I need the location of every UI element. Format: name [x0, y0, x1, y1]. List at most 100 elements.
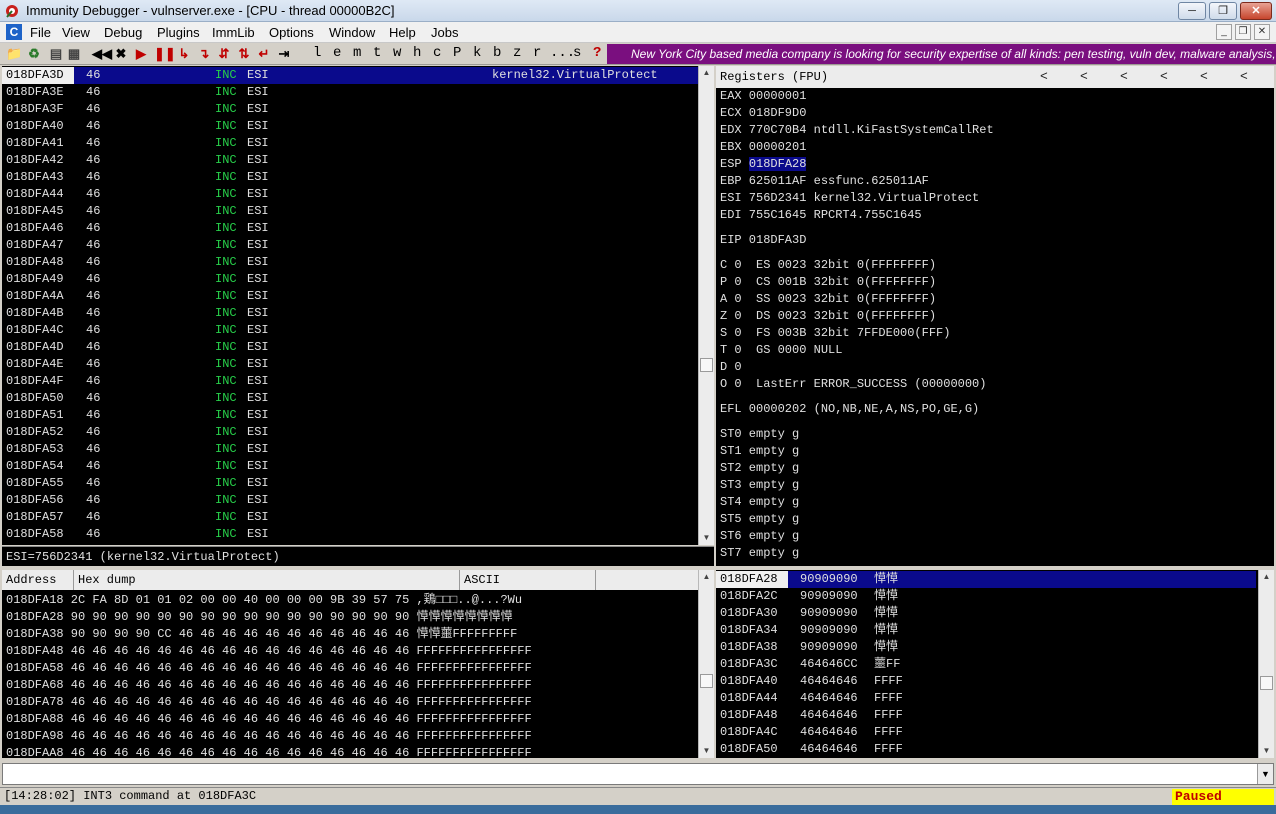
- register-line[interactable]: EDX 770C70B4 ntdll.KiFastSystemCallRet: [720, 122, 994, 139]
- chevron-down-icon[interactable]: ▼: [1257, 764, 1273, 784]
- disasm-row[interactable]: 018DFA53 46 INC ESI: [2, 441, 698, 458]
- scroll-thumb[interactable]: [700, 674, 713, 688]
- disasm-row[interactable]: 018DFA49 46 INC ESI: [2, 271, 698, 288]
- mdi-minimize-icon[interactable]: _: [1216, 24, 1232, 40]
- scroll-down-icon[interactable]: ▼: [699, 531, 714, 545]
- disasm-row[interactable]: 018DFA3D 46 INC ESI kernel32.VirtualProtect: [2, 67, 698, 84]
- pause-icon[interactable]: ❚❚: [154, 45, 176, 63]
- scroll-up-icon[interactable]: ▲: [699, 66, 714, 80]
- toolbar-log-button[interactable]: l: [313, 45, 321, 61]
- reg-prev-icon[interactable]: <: [1160, 66, 1168, 88]
- dump-row[interactable]: 018DFA38 90 90 90 90 CC 46 46 46 46 46 4…: [6, 626, 517, 643]
- dump-row[interactable]: 018DFAA8 46 46 46 46 46 46 46 46 46 46 4…: [6, 745, 532, 758]
- menu-help[interactable]: Help: [389, 25, 416, 40]
- register-line[interactable]: EBP 625011AF essfunc.625011AF: [720, 173, 929, 190]
- restart-icon[interactable]: ♻: [26, 45, 42, 63]
- stack-row[interactable]: 018DFA30 90909090 愺愺: [716, 605, 1256, 622]
- disassembly-pane[interactable]: 018DFA3D 46 INC ESI kernel32.VirtualProtect 0…: [2, 66, 698, 545]
- toolbar-windows-button[interactable]: w: [393, 45, 401, 61]
- stack-row[interactable]: 018DFA48 46464646 FFFF: [716, 707, 1256, 724]
- minimize-button[interactable]: ─: [1178, 2, 1206, 20]
- ad-banner[interactable]: New York City based media company is loo…: [607, 44, 1276, 64]
- cpu-window-icon[interactable]: C: [6, 24, 22, 40]
- dump-row[interactable]: 018DFA88 46 46 46 46 46 46 46 46 46 46 4…: [6, 711, 532, 728]
- toolbar-references-button[interactable]: r: [533, 45, 541, 61]
- toolbar-breakpoints-button[interactable]: b: [493, 45, 501, 61]
- register-line[interactable]: EAX 00000001: [720, 88, 806, 105]
- menu-window[interactable]: Window: [329, 25, 375, 40]
- run-icon[interactable]: ▶: [134, 45, 148, 63]
- close-process-icon[interactable]: ✖: [114, 45, 128, 63]
- mdi-restore-icon[interactable]: ❐: [1235, 24, 1251, 40]
- disasm-row[interactable]: 018DFA4C 46 INC ESI: [2, 322, 698, 339]
- reg-prev-icon[interactable]: <: [1040, 66, 1048, 88]
- execute-till-return-icon[interactable]: ↵: [256, 45, 272, 63]
- disasm-row[interactable]: 018DFA51 46 INC ESI: [2, 407, 698, 424]
- dump-col-ascii[interactable]: ASCII: [460, 570, 596, 590]
- register-line[interactable]: ST4 empty g: [720, 494, 799, 511]
- disasm-row[interactable]: 018DFA41 46 INC ESI: [2, 135, 698, 152]
- disasm-row[interactable]: 018DFA42 46 INC ESI: [2, 152, 698, 169]
- menu-view[interactable]: View: [62, 25, 90, 40]
- menu-immlib[interactable]: ImmLib: [212, 25, 255, 40]
- menu-options[interactable]: Options: [269, 25, 314, 40]
- stack-row[interactable]: 018DFA4C 46464646 FFFF: [716, 724, 1256, 741]
- toolbar-patches-button[interactable]: P: [453, 45, 461, 61]
- disasm-row[interactable]: 018DFA45 46 INC ESI: [2, 203, 698, 220]
- register-line[interactable]: EIP 018DFA3D: [720, 232, 806, 249]
- stack-row[interactable]: 018DFA34 90909090 愺愺: [716, 622, 1256, 639]
- rewind-icon[interactable]: ◀◀: [92, 45, 112, 63]
- register-line[interactable]: ECX 018DF9D0: [720, 105, 806, 122]
- disasm-row[interactable]: 018DFA50 46 INC ESI: [2, 390, 698, 407]
- menu-debug[interactable]: Debug: [104, 25, 142, 40]
- disasm-row[interactable]: 018DFA48 46 INC ESI: [2, 254, 698, 271]
- disasm-row[interactable]: 018DFA4E 46 INC ESI: [2, 356, 698, 373]
- disasm-row[interactable]: 018DFA54 46 INC ESI: [2, 458, 698, 475]
- disasm-row[interactable]: 018DFA57 46 INC ESI: [2, 509, 698, 526]
- disassembly-scrollbar[interactable]: ▲ ▼: [698, 66, 714, 545]
- menu-file[interactable]: File: [30, 25, 51, 40]
- toolbar-threads-button[interactable]: t: [373, 45, 381, 61]
- window-list-icon[interactable]: ▤: [48, 45, 64, 63]
- register-line[interactable]: C 0 ES 0023 32bit 0(FFFFFFFF): [720, 257, 936, 274]
- stack-pane[interactable]: 018DFA28 90909090 愺愺 018DFA2C 90909090 愺愺 018D…: [716, 570, 1258, 758]
- toolbar-source-button[interactable]: s: [573, 45, 581, 61]
- register-line[interactable]: EBX 00000201: [720, 139, 806, 156]
- trace-over-icon[interactable]: ⇅: [236, 45, 252, 63]
- scroll-up-icon[interactable]: ▲: [699, 570, 714, 584]
- register-line[interactable]: EFL 00000202 (NO,NB,NE,A,NS,PO,GE,G): [720, 401, 979, 418]
- register-line[interactable]: ST1 empty g: [720, 443, 799, 460]
- scroll-down-icon[interactable]: ▼: [699, 744, 714, 758]
- toolbar-callstack-button[interactable]: k: [473, 45, 481, 61]
- dump-row[interactable]: 018DFA28 90 90 90 90 90 90 90 90 90 90 9…: [6, 609, 512, 626]
- register-line[interactable]: ST3 empty g: [720, 477, 799, 494]
- dump-col-address[interactable]: Address: [2, 570, 74, 590]
- scroll-down-icon[interactable]: ▼: [1259, 744, 1274, 758]
- registers-header[interactable]: Registers (FPU) < < < < < <: [716, 66, 1274, 88]
- register-line[interactable]: P 0 CS 001B 32bit 0(FFFFFFFF): [720, 274, 936, 291]
- stack-row[interactable]: 018DFA44 46464646 FFFF: [716, 690, 1256, 707]
- stack-row[interactable]: 018DFA50 46464646 FFFF: [716, 741, 1256, 758]
- dump-row[interactable]: 018DFA78 46 46 46 46 46 46 46 46 46 46 4…: [6, 694, 532, 711]
- dump-row[interactable]: 018DFA98 46 46 46 46 46 46 46 46 46 46 4…: [6, 728, 532, 745]
- reg-prev-icon[interactable]: <: [1200, 66, 1208, 88]
- disasm-row[interactable]: 018DFA47 46 INC ESI: [2, 237, 698, 254]
- register-line[interactable]: T 0 GS 0000 NULL: [720, 342, 842, 359]
- stack-row[interactable]: 018DFA3C 464646CC 蘁FF: [716, 656, 1256, 673]
- register-line[interactable]: ST5 empty g: [720, 511, 799, 528]
- register-line[interactable]: ST7 empty g: [720, 545, 799, 562]
- step-over-icon[interactable]: ↴: [196, 45, 212, 63]
- step-into-icon[interactable]: ↳: [176, 45, 192, 63]
- stack-row[interactable]: 018DFA28 90909090 愺愺: [716, 571, 1256, 588]
- command-input[interactable]: [5, 765, 1255, 783]
- register-line[interactable]: A 0 SS 0023 32bit 0(FFFFFFFF): [720, 291, 936, 308]
- toolbar-run-trace-button[interactable]: ...: [550, 45, 575, 61]
- disasm-row[interactable]: 018DFA3E 46 INC ESI: [2, 84, 698, 101]
- disasm-row[interactable]: 018DFA58 46 INC ESI: [2, 526, 698, 543]
- registers-pane[interactable]: Registers (FPU) < < < < < < EAX 00000001…: [716, 66, 1274, 566]
- disasm-row[interactable]: 018DFA43 46 INC ESI: [2, 169, 698, 186]
- register-line[interactable]: ST6 empty g: [720, 528, 799, 545]
- register-line[interactable]: ESP 018DFA28: [720, 156, 807, 173]
- scroll-up-icon[interactable]: ▲: [1259, 570, 1274, 584]
- register-line[interactable]: S 0 FS 003B 32bit 7FFDE000(FFF): [720, 325, 950, 342]
